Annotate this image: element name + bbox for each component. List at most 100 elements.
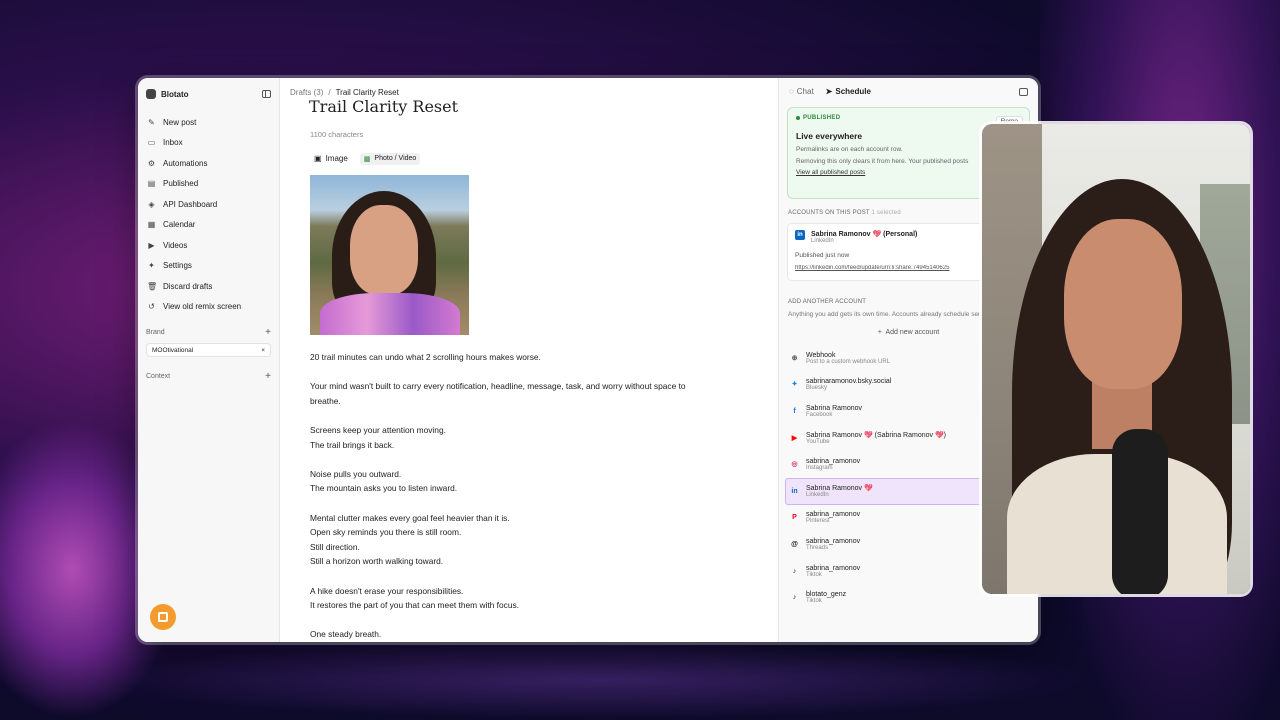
chat-tab-icon: ◌ bbox=[789, 87, 794, 96]
media-tabs: ▣ Image ▩ Photo / Video bbox=[310, 152, 421, 165]
account-option-name: Webhook bbox=[806, 351, 836, 359]
post-line: A hike doesn't erase your responsibiliti… bbox=[310, 585, 464, 596]
post-paragraph: Noise pulls you outward. The mountain ask… bbox=[310, 467, 750, 496]
post-paragraph: One steady breath. bbox=[310, 627, 750, 642]
facebook-icon: f bbox=[793, 407, 796, 415]
post-line: breathe. bbox=[310, 395, 341, 406]
sidebar-item-published[interactable]: ▤ Published bbox=[146, 174, 271, 195]
background-glow bbox=[100, 640, 1100, 720]
account-option-name: sabrina_ramonov bbox=[806, 537, 861, 545]
bluesky-icon: ✦ bbox=[791, 381, 798, 389]
add-brand-icon[interactable]: + bbox=[265, 327, 271, 338]
webcam-presenter-face bbox=[1064, 219, 1182, 389]
add-new-account-label: Add new account bbox=[885, 329, 940, 336]
breadcrumb-current: Trail Clarity Reset bbox=[335, 88, 399, 97]
account-option-platform: Tiktok bbox=[806, 571, 822, 578]
linkedin-icon: in bbox=[795, 230, 805, 240]
post-title[interactable]: Trail Clarity Reset bbox=[309, 97, 458, 116]
post-body-text[interactable]: 20 trail minutes can undo what 2 scrolli… bbox=[310, 350, 750, 642]
tab-image-label: Image bbox=[325, 154, 348, 163]
remove-brand-icon[interactable]: × bbox=[261, 347, 265, 354]
sidebar-item-view-old-remix-screen[interactable]: ↺ View old remix screen bbox=[146, 297, 271, 318]
accounts-count: 1 selected bbox=[871, 210, 901, 216]
sidebar-item-label: API Dashboard bbox=[163, 199, 218, 209]
linkedin-icon: in bbox=[791, 487, 798, 495]
brand-chip[interactable]: MOOtivational × bbox=[146, 343, 271, 357]
add-context-icon[interactable]: + bbox=[265, 371, 271, 382]
nav-icon: ↺ bbox=[148, 302, 155, 312]
post-paragraph: Screens keep your attention moving. The t… bbox=[310, 423, 750, 452]
youtube-icon: ▶ bbox=[791, 434, 798, 442]
account-option-platform: Tiktok bbox=[806, 598, 822, 605]
post-line: Still direction. bbox=[310, 541, 360, 552]
sidebar-item-label: New post bbox=[163, 117, 197, 127]
account-option-name: Sabrina Ramonov 💖 (Sabrina Ramonov 💖) bbox=[806, 432, 946, 440]
tab-image[interactable]: ▣ Image bbox=[310, 152, 352, 165]
tab-schedule-label: Schedule bbox=[835, 87, 871, 96]
sidebar-toggle-icon[interactable] bbox=[262, 90, 271, 98]
post-paragraph: Mental clutter makes every goal feel hea… bbox=[310, 511, 750, 569]
account-option-platform: Facebook bbox=[806, 411, 833, 418]
app-name: Blotato bbox=[161, 89, 189, 99]
panel-toggle-icon[interactable] bbox=[1019, 87, 1028, 96]
image-icon: ▣ bbox=[314, 154, 322, 163]
post-paragraph: A hike doesn't erase your responsibiliti… bbox=[310, 584, 750, 613]
sidebar-item-settings[interactable]: ✦ Settings bbox=[146, 256, 271, 277]
microphone bbox=[1112, 429, 1168, 594]
sidebar-item-label: Discard drafts bbox=[163, 281, 213, 291]
account-option-name: sabrina_ramonov bbox=[806, 458, 861, 466]
nav-icon: ▦ bbox=[147, 220, 156, 230]
post-line: The mountain asks you to listen inward. bbox=[310, 483, 458, 494]
editor-main: Drafts (3) / Trail Clarity Reset Trail C… bbox=[280, 78, 778, 642]
nav-icon: ▤ bbox=[147, 179, 156, 189]
sidebar-item-label: Automations bbox=[163, 158, 208, 168]
account-option-name: Sabrina Ramonov 💖 bbox=[806, 485, 873, 493]
nav-icon: 🗑 bbox=[147, 281, 158, 291]
sidebar-item-new-post[interactable]: ✎ New post bbox=[146, 112, 271, 133]
pinterest-icon: P bbox=[792, 514, 797, 522]
sidebar-item-videos[interactable]: ▶ Videos bbox=[146, 235, 271, 256]
tab-chat[interactable]: ◌ Chat bbox=[789, 87, 814, 96]
app-window: Blotato ✎ New post ▭ Inbox ⚙ Automations ▤ Publ… bbox=[138, 78, 1038, 642]
nav-icon: ◈ bbox=[148, 199, 155, 209]
post-photo[interactable] bbox=[310, 175, 469, 335]
breadcrumb-separator: / bbox=[328, 88, 331, 97]
post-line: 20 trail minutes can undo what 2 scrolli… bbox=[310, 352, 541, 362]
account-option-name: sabrina_ramonov bbox=[806, 564, 861, 572]
sidebar-item-label: Inbox bbox=[163, 138, 183, 148]
sidebar-item-automations[interactable]: ⚙ Automations bbox=[146, 153, 271, 174]
sidebar-item-calendar[interactable]: ▦ Calendar bbox=[146, 215, 271, 236]
post-line: It restores the part of you that can mee… bbox=[310, 600, 520, 611]
post-line: Still a horizon worth walking toward. bbox=[310, 556, 444, 567]
photo-subject-face bbox=[350, 205, 418, 295]
post-line: Your mind wasn't built to carry every no… bbox=[310, 381, 686, 392]
tab-photo-video[interactable]: ▩ Photo / Video bbox=[359, 152, 421, 165]
character-count: 1100 characters bbox=[310, 130, 364, 139]
sidebar-item-api-dashboard[interactable]: ◈ API Dashboard bbox=[146, 194, 271, 215]
breadcrumb-drafts[interactable]: Drafts (3) bbox=[290, 88, 323, 97]
blotato-logo-icon bbox=[146, 89, 156, 99]
accounts-label: ACCOUNTS ON THIS POST bbox=[788, 210, 870, 216]
sidebar-item-label: View old remix screen bbox=[163, 302, 242, 312]
post-line: Mental clutter makes every goal feel hea… bbox=[310, 512, 510, 523]
sidebar-item-label: Videos bbox=[163, 240, 188, 250]
account-option-platform: Instagram bbox=[806, 465, 833, 472]
post-icon: ⊕ bbox=[791, 354, 798, 362]
app-brand[interactable]: Blotato bbox=[146, 89, 189, 99]
sidebar-item-inbox[interactable]: ▭ Inbox bbox=[146, 133, 271, 154]
brand-chip-label: MOOtivational bbox=[152, 346, 194, 354]
photo-video-icon: ▩ bbox=[363, 155, 371, 163]
post-line: One steady breath. bbox=[310, 629, 382, 640]
threads-icon: @ bbox=[791, 540, 798, 548]
support-chat-button[interactable] bbox=[150, 604, 176, 630]
tiktok-icon: ♪ bbox=[792, 567, 797, 575]
account-option-platform: Bluesky bbox=[806, 385, 828, 392]
sidebar-item-discard-drafts[interactable]: 🗑 Discard drafts bbox=[146, 276, 271, 297]
tab-schedule[interactable]: ➤ Schedule bbox=[826, 87, 871, 96]
account-option-name: blotato_genz bbox=[806, 591, 847, 599]
status-dot-icon bbox=[796, 116, 800, 120]
tab-photo-video-label: Photo / Video bbox=[374, 155, 417, 162]
nav-icon: ✎ bbox=[148, 117, 155, 127]
account-platform: LinkedIn bbox=[811, 238, 834, 244]
send-icon: ➤ bbox=[825, 87, 833, 96]
